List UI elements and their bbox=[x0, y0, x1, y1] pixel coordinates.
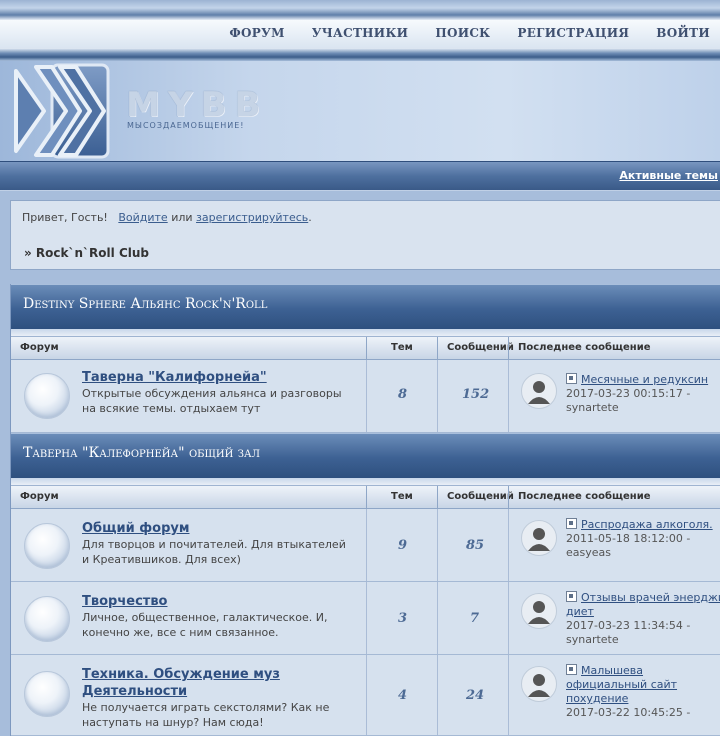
forum-description: Для творцов и почитателей. Для втыкателе… bbox=[82, 538, 346, 566]
welcome-panel: Привет, Гость! Войдите или зарегистрируй… bbox=[10, 200, 720, 270]
nav-stripe bbox=[0, 48, 720, 61]
post-icon bbox=[566, 664, 577, 675]
col-last-post: Последнее сообщение bbox=[518, 342, 651, 353]
top-stripe bbox=[0, 0, 720, 20]
user-avatar-icon[interactable] bbox=[521, 666, 557, 702]
category-gap bbox=[11, 478, 720, 485]
user-avatar-icon[interactable] bbox=[521, 520, 557, 556]
forum-post-count: 24 bbox=[466, 688, 485, 703]
greeting-text: Привет, Гость! bbox=[22, 211, 108, 224]
column-header-row: Форум Тем Сообщений Последнее сообщение bbox=[11, 336, 720, 360]
col-topics: Тем bbox=[391, 342, 413, 353]
col-posts: Сообщений bbox=[447, 491, 514, 502]
last-post-date: 2017-03-23 00:15:17 - bbox=[566, 387, 691, 400]
forum-post-count: 7 bbox=[470, 611, 480, 626]
forum-post-count: 152 bbox=[462, 387, 490, 402]
forum-topic-count: 3 bbox=[398, 611, 408, 626]
sub-nav-bar: Активные темы bbox=[0, 161, 720, 191]
forum-row: Таверна "Калифорнейа" Открытые обсуждени… bbox=[11, 360, 720, 433]
col-forum: Форум bbox=[20, 342, 59, 353]
category-title[interactable]: Таверна "Калефорнейа" общий зал bbox=[23, 445, 260, 461]
nav-login[interactable]: ВОЙТИ bbox=[656, 26, 710, 40]
category-title[interactable]: Destiny Sphere Альянс Rock'n'Roll bbox=[23, 296, 267, 312]
last-post-user: easyeas bbox=[566, 546, 611, 559]
forum-title[interactable]: Техника. Обсуждение муз Деятельности bbox=[82, 666, 342, 700]
last-post-info: Малышева официальный сайт похудение 2017… bbox=[566, 664, 720, 720]
category-header: Destiny Sphere Альянс Rock'n'Roll bbox=[11, 284, 720, 329]
forum-description: Не получается играть секстолями? Как не … bbox=[82, 701, 330, 729]
forum-topic-count: 8 bbox=[398, 387, 408, 402]
forum-topic-count: 4 bbox=[398, 688, 408, 703]
forum-title[interactable]: Общий форум bbox=[82, 520, 342, 537]
last-post-info: Отзывы врачей энерджи диет 2017-03-23 11… bbox=[566, 591, 720, 647]
col-forum: Форум bbox=[20, 491, 59, 502]
nav-search[interactable]: ПОИСК bbox=[435, 26, 490, 40]
site-header: MYBB bbox=[0, 61, 720, 161]
forum-status-icon bbox=[24, 596, 70, 642]
forum-status-icon bbox=[24, 373, 70, 419]
post-icon bbox=[566, 373, 577, 384]
or-text: или bbox=[171, 211, 193, 224]
last-post-link[interactable]: Малышева официальный сайт похудение bbox=[566, 664, 677, 705]
forum-row: Общий форум Для творцов и почитателей. Д… bbox=[11, 509, 720, 582]
brand-slogan: МЫСОЗДАЕМОБЩЕНИЕ! bbox=[127, 121, 245, 130]
post-icon bbox=[566, 518, 577, 529]
last-post-link[interactable]: Распродажа алкоголя. bbox=[581, 518, 713, 531]
forum-row: Техника. Обсуждение муз Деятельности Не … bbox=[11, 655, 720, 736]
col-posts: Сообщений bbox=[447, 342, 514, 353]
active-topics-link[interactable]: Активные темы bbox=[619, 169, 718, 182]
nav-forum[interactable]: ФОРУМ bbox=[229, 26, 284, 40]
forum-status-icon bbox=[24, 671, 70, 717]
last-post-date: 2011-05-18 18:12:00 - bbox=[566, 532, 691, 545]
category-header: Таверна "Калефорнейа" общий зал bbox=[11, 433, 720, 478]
category-destiny-sphere: Destiny Sphere Альянс Rock'n'Roll Форум … bbox=[10, 284, 720, 433]
last-post-user: synartete bbox=[566, 401, 619, 414]
col-topics: Тем bbox=[391, 491, 413, 502]
breadcrumb: » Rock`n`Roll Club bbox=[24, 246, 149, 260]
forum-topic-count: 9 bbox=[398, 538, 408, 553]
login-link[interactable]: Войдите bbox=[118, 211, 167, 224]
last-post-link[interactable]: Отзывы врачей энерджи диет bbox=[566, 591, 720, 618]
last-post-info: Распродажа алкоголя. 2011-05-18 18:12:00… bbox=[566, 518, 720, 560]
greeting-line: Привет, Гость! Войдите или зарегистрируй… bbox=[22, 211, 312, 224]
col-last-post: Последнее сообщение bbox=[518, 491, 651, 502]
last-post-date: 2017-03-23 11:34:54 - bbox=[566, 619, 691, 632]
period-text: . bbox=[308, 211, 312, 224]
main-nav: ФОРУМ УЧАСТНИКИ ПОИСК РЕГИСТРАЦИЯ ВОЙТИ bbox=[0, 20, 720, 49]
last-post-info: Месячные и редуксин 2017-03-23 00:15:17 … bbox=[566, 373, 720, 415]
nav-register[interactable]: РЕГИСТРАЦИЯ bbox=[517, 26, 629, 40]
forum-title[interactable]: Творчество bbox=[82, 593, 342, 610]
forum-post-count: 85 bbox=[466, 538, 485, 553]
logo-chevrons-icon[interactable] bbox=[14, 63, 110, 159]
register-link[interactable]: зарегистрируйтесь bbox=[196, 211, 308, 224]
forum-description: Открытые обсуждения альянса и разговоры … bbox=[82, 387, 342, 415]
forum-status-icon bbox=[24, 523, 70, 569]
nav-members[interactable]: УЧАСТНИКИ bbox=[312, 26, 409, 40]
forum-description: Личное, общественное, галактическое. И, … bbox=[82, 611, 328, 639]
brand-name: MYBB bbox=[126, 85, 269, 125]
user-avatar-icon[interactable] bbox=[521, 373, 557, 409]
user-avatar-icon[interactable] bbox=[521, 593, 557, 629]
column-header-row: Форум Тем Сообщений Последнее сообщение bbox=[11, 485, 720, 509]
forum-title[interactable]: Таверна "Калифорнейа" bbox=[82, 369, 342, 386]
last-post-date: 2017-03-22 10:45:25 - bbox=[566, 706, 691, 719]
category-tavern-hall: Таверна "Калефорнейа" общий зал Форум Те… bbox=[10, 433, 720, 736]
post-icon bbox=[566, 591, 577, 602]
category-gap bbox=[11, 329, 720, 336]
last-post-link[interactable]: Месячные и редуксин bbox=[581, 373, 708, 386]
last-post-user: synartete bbox=[566, 633, 619, 646]
forum-row: Творчество Личное, общественное, галакти… bbox=[11, 582, 720, 655]
